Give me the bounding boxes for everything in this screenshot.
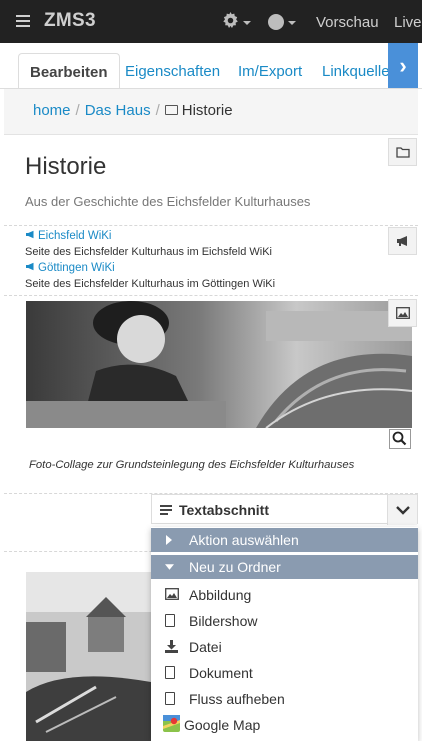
menu-item-label: Bildershow bbox=[189, 613, 258, 629]
page-title: Historie bbox=[25, 153, 107, 180]
magnifier-icon[interactable] bbox=[389, 429, 411, 449]
brand-logo[interactable]: ZMS3 bbox=[44, 10, 96, 32]
breadcrumb-home[interactable]: home bbox=[33, 102, 71, 119]
tab-import-export[interactable]: Im/Export bbox=[227, 53, 313, 88]
link-goettingen-wiki[interactable]: Göttingen WiKi bbox=[25, 262, 115, 274]
nav-link-preview[interactable]: Vorschau bbox=[316, 14, 379, 31]
caret-right-icon bbox=[166, 535, 172, 545]
globe-icon[interactable] bbox=[268, 14, 284, 30]
menu-item-dokument[interactable]: Dokument bbox=[151, 660, 418, 686]
element-type-select[interactable]: Textabschnitt bbox=[151, 494, 418, 525]
map-icon bbox=[163, 715, 180, 732]
link-label[interactable]: Eichsfeld WiKi bbox=[38, 230, 112, 242]
folder-icon[interactable] bbox=[388, 138, 417, 166]
breadcrumb-current: Historie bbox=[181, 102, 233, 119]
chevron-right-icon[interactable]: › bbox=[388, 43, 418, 88]
link-eichsfeld-wiki[interactable]: Eichsfeld WiKi bbox=[25, 230, 112, 242]
link-description: Seite des Eichsfelder Kulturhaus im Gött… bbox=[25, 278, 276, 290]
caret-down-icon bbox=[165, 564, 174, 570]
download-icon bbox=[165, 640, 178, 653]
dropdown-menu: Aktion auswählen Neu zu Ordner Abbildung… bbox=[151, 527, 418, 741]
page-subtitle: Aus der Geschichte des Eichsfelder Kultu… bbox=[25, 194, 311, 209]
document-icon bbox=[165, 666, 175, 679]
tab-properties[interactable]: Eigenschaften bbox=[114, 53, 231, 88]
menu-group-label: Aktion auswählen bbox=[189, 532, 299, 548]
breadcrumb: home / Das Haus / Historie bbox=[4, 89, 418, 135]
chevron-down-icon[interactable] bbox=[288, 21, 296, 25]
chevron-down-icon[interactable] bbox=[243, 21, 251, 25]
nav-link-live[interactable]: Live bbox=[394, 14, 422, 31]
menu-item-datei[interactable]: Datei bbox=[151, 634, 418, 660]
menu-item-label: Fluss aufheben bbox=[189, 691, 285, 707]
menu-item-label: Dokument bbox=[189, 665, 253, 681]
image-block: Foto-Collage zur Grundsteinlegung des Ei… bbox=[4, 296, 418, 494]
chevron-down-icon[interactable] bbox=[387, 495, 417, 525]
breadcrumb-separator: / bbox=[75, 102, 80, 119]
menu-item-label: Datei bbox=[189, 639, 222, 655]
gear-icon[interactable] bbox=[222, 12, 239, 34]
title-block: Historie Aus der Geschichte des Eichsfel… bbox=[4, 135, 418, 226]
document-icon bbox=[165, 692, 175, 705]
image-icon[interactable] bbox=[388, 299, 417, 327]
menu-group-action[interactable]: Aktion auswählen bbox=[151, 528, 418, 552]
bullhorn-icon[interactable] bbox=[388, 227, 417, 255]
menu-item-abbildung[interactable]: Abbildung bbox=[151, 582, 418, 608]
links-block: Eichsfeld WiKi Seite des Eichsfelder Kul… bbox=[4, 226, 418, 296]
tab-edit[interactable]: Bearbeiten bbox=[18, 53, 120, 88]
document-icon bbox=[165, 614, 175, 627]
breadcrumb-separator: / bbox=[155, 102, 160, 119]
menu-item-bildershow[interactable]: Bildershow bbox=[151, 608, 418, 634]
menu-item-fluss-aufheben[interactable]: Fluss aufheben bbox=[151, 686, 418, 712]
collage-photo[interactable] bbox=[26, 301, 412, 428]
menu-item-label: Google Map bbox=[184, 717, 261, 733]
text-lines-icon bbox=[160, 505, 172, 517]
second-photo[interactable] bbox=[26, 572, 151, 741]
select-value: Textabschnitt bbox=[179, 502, 269, 518]
top-navbar: ZMS3 Vorschau Live bbox=[0, 0, 422, 43]
page: ZMS3 Vorschau Live Bearbeiten Eigenschaf… bbox=[0, 0, 422, 741]
menu-item-google-map[interactable]: Google Map bbox=[151, 712, 418, 738]
tab-bar: Bearbeiten Eigenschaften Im/Export Linkq… bbox=[0, 43, 422, 89]
link-label[interactable]: Göttingen WiKi bbox=[38, 262, 115, 274]
link-description: Seite des Eichsfelder Kulturhaus im Eich… bbox=[25, 246, 272, 258]
menu-group-new[interactable]: Neu zu Ordner bbox=[151, 555, 418, 579]
folder-icon bbox=[164, 105, 178, 115]
breadcrumb-das-haus[interactable]: Das Haus bbox=[85, 102, 151, 119]
image-icon bbox=[165, 588, 179, 600]
menu-item-label: Abbildung bbox=[189, 587, 252, 603]
menu-group-label: Neu zu Ordner bbox=[189, 559, 281, 575]
image-caption: Foto-Collage zur Grundsteinlegung des Ei… bbox=[29, 459, 355, 471]
menu-icon[interactable] bbox=[16, 15, 30, 27]
